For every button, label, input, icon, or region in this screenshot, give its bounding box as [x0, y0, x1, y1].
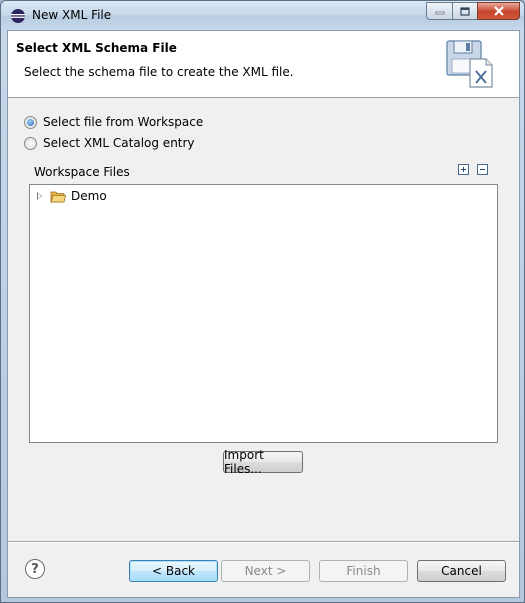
close-icon	[493, 6, 504, 16]
footer-separator	[8, 541, 519, 543]
cancel-button[interactable]: Cancel	[417, 560, 506, 582]
import-files-button[interactable]: Import Files...	[223, 448, 303, 476]
help-icon[interactable]: ?	[25, 559, 45, 579]
folder-icon	[50, 191, 66, 202]
maximize-icon	[460, 6, 470, 16]
expand-all-icon[interactable]	[458, 164, 469, 175]
maximize-button[interactable]	[452, 2, 478, 20]
window-title: New XML File	[32, 8, 112, 22]
close-button[interactable]	[477, 2, 520, 20]
dialog-content: Select XML Schema File Select the schema…	[7, 30, 520, 598]
title-bar[interactable]: New XML File	[1, 1, 524, 30]
minimize-icon	[435, 11, 444, 15]
next-button[interactable]: Next >	[221, 560, 310, 582]
option-catalog[interactable]: Select XML Catalog entry	[24, 136, 195, 150]
wizard-header: Select XML Schema File Select the schema…	[8, 31, 519, 98]
minimize-button[interactable]	[426, 2, 453, 20]
back-button[interactable]: < Back	[129, 560, 218, 582]
option-catalog-label[interactable]: Select XML Catalog entry	[43, 136, 195, 150]
xml-file-wizard-icon	[446, 40, 493, 88]
page-description: Select the schema file to create the XML…	[24, 65, 294, 79]
dialog-window: New XML File Select XML Schema File Sele…	[0, 0, 525, 603]
workspace-files-label: Workspace Files	[34, 165, 130, 179]
radio-catalog[interactable]	[24, 136, 37, 150]
option-workspace[interactable]: Select file from Workspace	[24, 115, 203, 129]
eclipse-icon	[11, 9, 25, 23]
page-title: Select XML Schema File	[16, 41, 177, 55]
option-workspace-label[interactable]: Select file from Workspace	[43, 115, 203, 129]
collapse-all-icon[interactable]	[477, 164, 488, 175]
workspace-tree[interactable]: Demo	[29, 184, 498, 443]
radio-workspace[interactable]	[24, 115, 37, 129]
tree-item-label[interactable]: Demo	[71, 189, 107, 203]
finish-button[interactable]: Finish	[319, 560, 408, 582]
expand-arrow-icon[interactable]	[36, 191, 44, 201]
tree-item-demo[interactable]: Demo	[36, 189, 107, 203]
